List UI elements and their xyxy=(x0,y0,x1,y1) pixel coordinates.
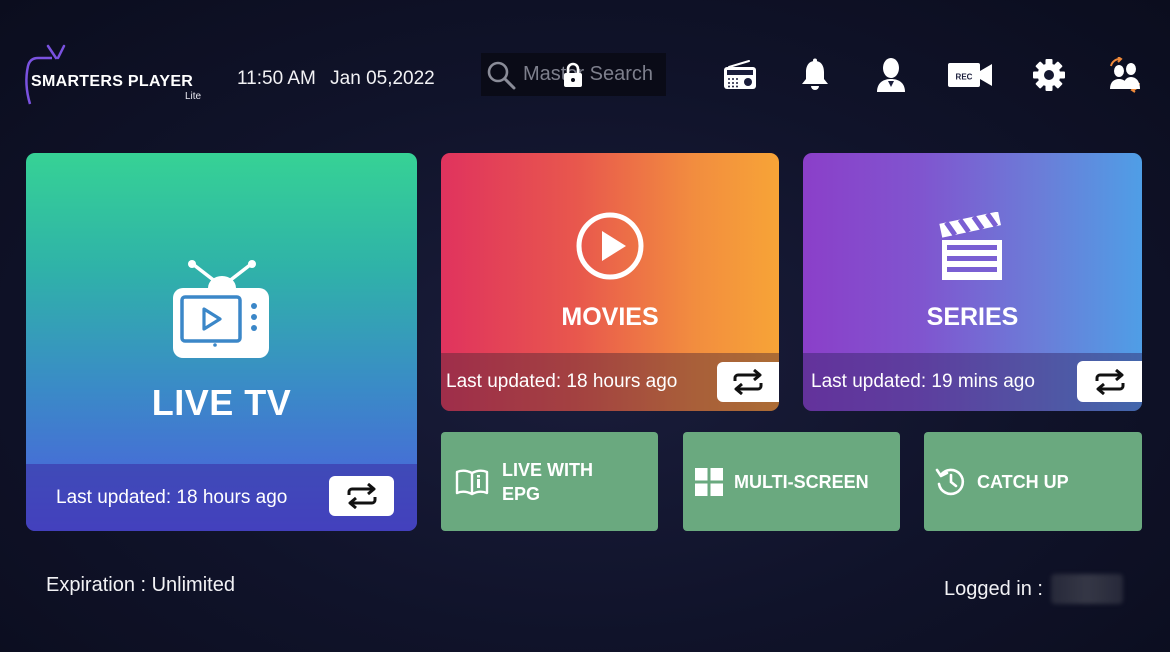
grid-icon xyxy=(695,467,723,496)
clapperboard-icon xyxy=(939,212,1002,280)
series-label: SERIES xyxy=(926,303,1019,331)
recording-button[interactable]: REC xyxy=(945,52,995,98)
live-tv-refresh-button[interactable] xyxy=(329,476,394,516)
epg-book-icon xyxy=(455,468,489,496)
catch-up-tile[interactable]: CATCH UP xyxy=(924,432,1142,531)
notifications-button[interactable] xyxy=(792,52,838,98)
series-tile[interactable]: SERIES Last updated: 19 mins ago xyxy=(803,153,1142,411)
movies-tile[interactable]: MOVIES Last updated: 18 hours ago xyxy=(441,153,779,411)
tv-icon xyxy=(173,260,269,358)
switch-user-button[interactable] xyxy=(1102,52,1148,98)
history-clock-icon xyxy=(935,467,967,497)
live-tv-updated: Last updated: 18 hours ago xyxy=(56,486,288,508)
movies-updated: Last updated: 18 hours ago xyxy=(446,371,678,392)
live-with-epg-label: LIVE WITH EPG xyxy=(502,459,593,504)
catch-up-label: CATCH UP xyxy=(977,471,1069,492)
live-tv-footer: Last updated: 18 hours ago xyxy=(26,464,417,531)
series-footer: Last updated: 19 mins ago xyxy=(803,353,1142,411)
expiration-text: Expiration : Unlimited xyxy=(46,574,235,596)
live-with-epg-tile[interactable]: LIVE WITH EPG xyxy=(441,432,658,531)
movies-label: MOVIES xyxy=(561,303,659,331)
top-toolbar: REC xyxy=(0,52,1170,98)
bell-icon xyxy=(802,58,828,90)
rec-camera-icon: REC xyxy=(948,63,992,87)
rec-label: REC xyxy=(956,73,973,82)
series-refresh-button[interactable] xyxy=(1077,361,1142,402)
gear-icon xyxy=(1033,59,1065,91)
blurred-username xyxy=(1050,574,1123,604)
play-icon xyxy=(576,212,644,280)
user-icon xyxy=(877,58,905,92)
multi-screen-tile[interactable]: MULTI-SCREEN xyxy=(683,432,900,531)
settings-button[interactable] xyxy=(1026,52,1072,98)
profile-button[interactable] xyxy=(868,52,914,98)
live-tv-label: LIVE TV xyxy=(151,382,292,423)
multi-screen-label: MULTI-SCREEN xyxy=(734,471,869,492)
refresh-icon xyxy=(347,483,376,509)
switch-user-icon xyxy=(1110,57,1140,93)
refresh-icon xyxy=(733,369,763,395)
logged-in-info: Logged in : xyxy=(944,574,1123,604)
series-updated: Last updated: 19 mins ago xyxy=(811,371,1035,392)
logged-in-label: Logged in : xyxy=(944,577,1043,600)
movies-footer: Last updated: 18 hours ago xyxy=(441,353,779,411)
radio-button[interactable] xyxy=(717,52,763,98)
refresh-icon xyxy=(1095,368,1124,395)
movies-refresh-button[interactable] xyxy=(717,362,779,402)
live-tv-tile[interactable]: LIVE TV Last updated: 18 hours ago xyxy=(26,153,417,531)
radio-icon xyxy=(724,60,756,89)
